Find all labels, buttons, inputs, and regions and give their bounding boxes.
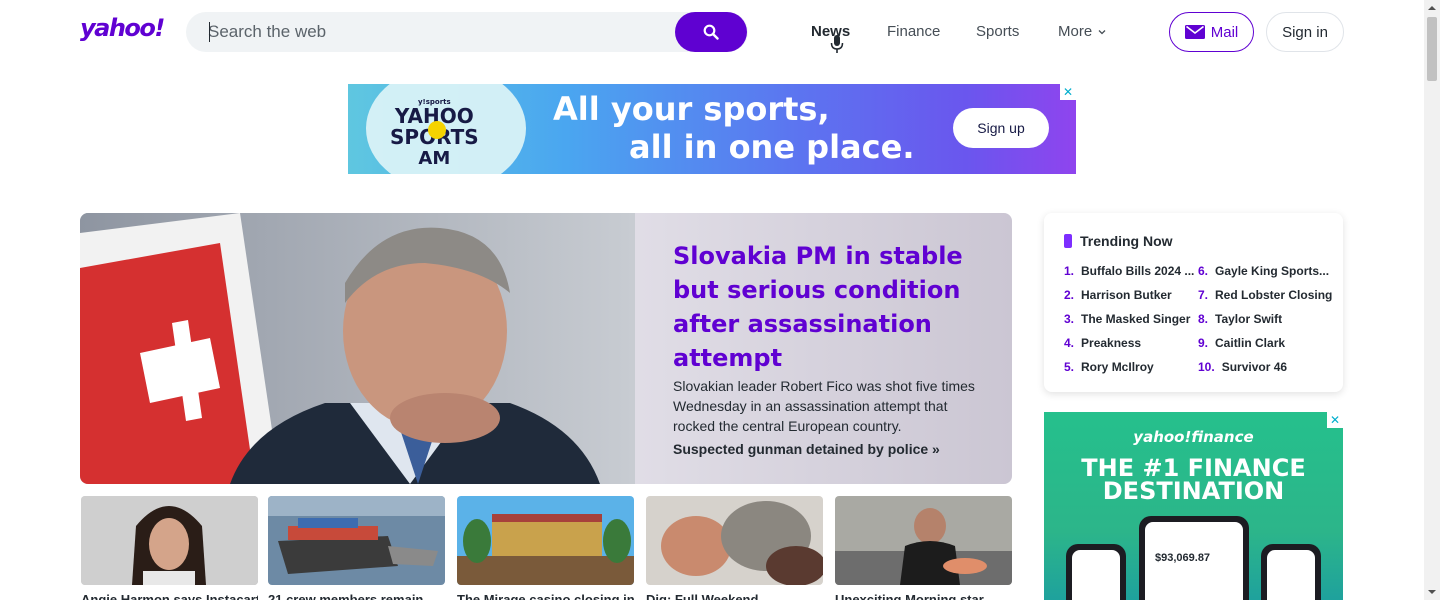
ad-headline-line2: all in one place. [629,128,915,166]
trending-item-7[interactable]: 7. Red Lobster Closing [1198,288,1332,302]
search-button[interactable] [675,12,747,52]
nav-finance[interactable]: Finance [887,23,940,40]
yahoo-logo[interactable]: yahoo! [80,14,165,42]
phone-mockup-center: $93,069.87 [1139,516,1249,600]
scrollbar-thumb[interactable] [1427,17,1437,81]
trending-now-panel: Trending Now 1. Buffalo Bills 2024 ... 2.… [1044,213,1343,392]
trending-item-2[interactable]: 2. Harrison Butker [1064,288,1172,302]
thumbnail-story-1[interactable] [81,496,258,585]
trending-number: 8. [1198,312,1209,326]
trending-title: Trending Now [1080,233,1173,249]
trending-label: The Masked Singer [1081,312,1191,326]
mail-button[interactable]: Mail [1169,12,1254,52]
trending-number: 3. [1064,312,1075,326]
trending-number: 5. [1064,360,1075,374]
sign-in-button[interactable]: Sign in [1266,12,1344,52]
trending-label: Harrison Butker [1081,288,1172,302]
thumbnail-image-2 [268,496,445,585]
hero-related-link[interactable]: Suspected gunman detained by police » [673,441,940,457]
trending-label: Rory McIlroy [1081,360,1154,374]
mail-label: Mail [1210,23,1239,41]
thumbnail-story-3[interactable] [457,496,634,585]
ad-headline-line1: All your sports, [553,90,830,128]
search-bar [186,12,844,53]
hero-summary: Slovakian leader Robert Fico was shot fi… [673,378,975,434]
text-caret [209,22,210,42]
thumbnail-image-4 [646,496,823,585]
nav-sports[interactable]: Sports [976,23,1019,40]
thumbnail-image-5 [835,496,1012,585]
phone-mockup-right [1261,544,1321,600]
finance-ad-headline: THE #1 FINANCE DESTINATION [1044,456,1343,505]
trending-item-6[interactable]: 6. Gayle King Sports... [1198,264,1329,278]
finance-ad[interactable]: yahoo!finance THE #1 FINANCE DESTINATION… [1044,412,1343,600]
yahoo-finance-logo: yahoo!finance [1133,428,1254,446]
ad-signup-button[interactable]: Sign up [953,108,1049,148]
hero-headline[interactable]: Slovakia PM in stable but serious condit… [673,239,973,375]
trending-number: 9. [1198,336,1209,350]
trending-label: Preakness [1081,336,1142,350]
thumbnail-story-4[interactable] [646,496,823,585]
trending-item-5[interactable]: 5. Rory McIlroy [1064,360,1154,374]
thumbnail-caption-4[interactable]: Dig: Full Weekend [646,592,823,600]
trending-label: Caitlin Clark [1215,336,1286,350]
ad-brand-line3: AM [418,148,451,169]
trending-item-8[interactable]: 8. Taylor Swift [1198,312,1282,326]
tennis-ball-icon [428,121,446,139]
thumbnail-caption-5[interactable]: Unexciting Morning star [835,592,1012,600]
mail-icon [1184,25,1205,39]
header: yahoo! News Finance Sports More M [0,0,1424,64]
trending-accent-bar [1064,234,1072,248]
finance-ad-headline-line2: DESTINATION [1102,477,1285,505]
hero-story[interactable]: Slovakia PM in stable but serious condit… [80,213,1012,484]
sports-ad-banner[interactable]: y!sports YAHOO SPORTS AM All your sports… [348,84,1076,174]
trending-number: 10. [1198,360,1215,374]
ad-close-icon[interactable]: ✕ [1060,84,1076,100]
trending-item-4[interactable]: 4. Preakness [1064,336,1141,350]
trending-label: Red Lobster Closing [1215,288,1333,302]
trending-label: Buffalo Bills 2024 ... [1081,264,1195,278]
ad-close-icon[interactable]: ✕ [1327,412,1343,428]
thumbnail-image-1 [81,496,258,585]
phone-portfolio-value: $93,069.87 [1155,552,1211,564]
trending-number: 2. [1064,288,1075,302]
hero-photo-illustration [80,213,635,484]
thumbnail-story-2[interactable] [268,496,445,585]
thumbnail-caption-1[interactable]: Angie Harmon says Instacart [81,592,258,600]
trending-label: Gayle King Sports... [1215,264,1330,278]
page-scrollbar[interactable] [1424,0,1440,600]
trending-item-10[interactable]: 10. Survivor 46 [1198,360,1287,374]
phone-mockup-left [1066,544,1126,600]
thumbnail-image-3 [457,496,634,585]
nav-more[interactable]: More [1058,23,1106,40]
trending-number: 7. [1198,288,1209,302]
trending-item-1[interactable]: 1. Buffalo Bills 2024 ... [1064,264,1194,278]
ad-headline: All your sports, all in one place. [553,90,914,166]
trending-label: Survivor 46 [1221,360,1288,374]
nav-more-label: More [1058,23,1093,40]
trending-label: Taylor Swift [1215,312,1283,326]
search-icon [703,24,719,40]
trending-item-3[interactable]: 3. The Masked Singer [1064,312,1190,326]
trending-item-9[interactable]: 9. Caitlin Clark [1198,336,1285,350]
trending-number: 1. [1064,264,1075,278]
thumbnail-story-5[interactable] [835,496,1012,585]
trending-number: 6. [1198,264,1209,278]
thumbnail-caption-2[interactable]: 21 crew members remain [268,592,445,600]
scroll-down-arrow-icon[interactable] [1424,584,1440,600]
hero-image[interactable] [80,213,635,484]
thumbnail-caption-3[interactable]: The Mirage casino closing in Las [457,592,634,600]
nav-news[interactable]: News [811,23,850,40]
search-input[interactable] [208,12,628,52]
scroll-up-arrow-icon[interactable] [1424,0,1440,16]
trending-number: 4. [1064,336,1075,350]
chevron-down-icon [1098,30,1106,35]
